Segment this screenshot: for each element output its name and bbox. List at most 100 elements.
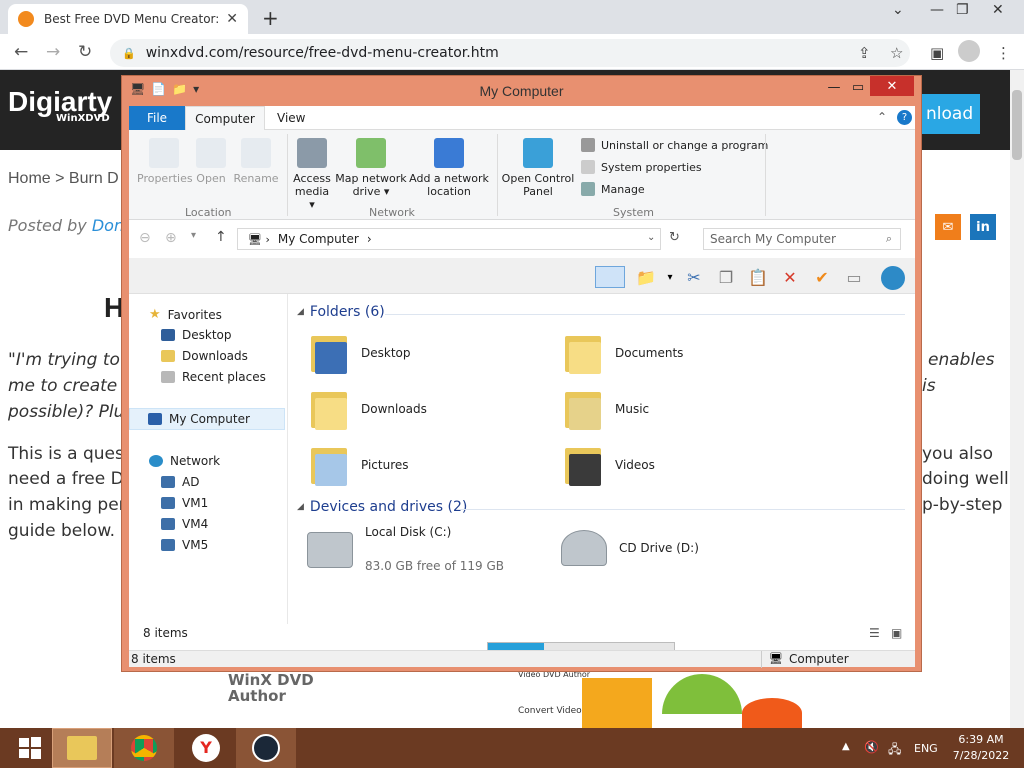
menu-dots-icon[interactable]: ⋮: [996, 44, 1011, 62]
drive-d[interactable]: CD Drive (D:): [561, 530, 699, 566]
nav-back-icon[interactable]: ⊖: [139, 230, 151, 246]
delete-icon[interactable]: ✕: [779, 266, 801, 288]
show-hidden-icons-icon[interactable]: ▲: [842, 741, 850, 752]
email-share-icon[interactable]: ✉: [935, 214, 961, 240]
nav-network-vm5[interactable]: VM5: [161, 538, 208, 552]
collapse-ribbon-icon[interactable]: ⌃: [877, 110, 887, 124]
browser-tab[interactable]: Best Free DVD Menu Creator: Ma ✕: [8, 4, 248, 34]
access-media-button[interactable]: Access media ▾: [291, 138, 333, 211]
uninstall-program-button[interactable]: Uninstall or change a program: [581, 138, 768, 152]
folders-header[interactable]: ◢ Folders (6): [297, 304, 385, 320]
language-indicator[interactable]: ENG: [914, 742, 938, 755]
url-text: winxdvd.com/resource/free-dvd-menu-creat…: [145, 45, 499, 61]
tab-file[interactable]: File: [129, 106, 185, 130]
close-tab-icon[interactable]: ✕: [226, 11, 238, 27]
nav-network-vm1[interactable]: VM1: [161, 496, 208, 510]
rename-button[interactable]: Rename: [233, 138, 279, 185]
checkmark-icon[interactable]: ✔: [811, 266, 833, 288]
preview-pane-icon[interactable]: [595, 266, 625, 288]
address-dropdown-icon[interactable]: ⌄: [647, 232, 655, 243]
cut-icon[interactable]: ✂: [683, 266, 705, 288]
drive-c[interactable]: Local Disk (C:) 83.0 GB free of 119 GB: [307, 524, 504, 574]
sidepanel-icon[interactable]: ▣: [930, 44, 944, 62]
details-view-icon[interactable]: ☰: [869, 626, 880, 640]
start-button[interactable]: [0, 728, 60, 768]
devices-header[interactable]: ◢ Devices and drives (2): [297, 499, 467, 515]
close-button[interactable]: ✕: [870, 76, 914, 96]
help-icon[interactable]: ?: [897, 110, 912, 125]
search-input[interactable]: Search My Computer ⌕: [703, 228, 901, 250]
reload-icon[interactable]: ↻: [78, 42, 92, 62]
promo-banner-image: WinX DVD Author Video DVD Author Convert…: [222, 668, 822, 728]
share-icon[interactable]: ⇪: [858, 44, 871, 62]
breadcrumb: Home > Burn D: [8, 170, 119, 187]
cd-drive-icon: [561, 530, 607, 566]
manage-button[interactable]: Manage: [581, 182, 645, 196]
ribbon-separator: [287, 134, 288, 216]
taskbar-steam[interactable]: [236, 728, 296, 768]
tab-search-icon[interactable]: ⌄: [892, 2, 904, 18]
bookmark-star-icon[interactable]: ☆: [890, 44, 903, 62]
network-drive-icon: [356, 138, 386, 168]
folder-pictures[interactable]: Pictures: [309, 444, 409, 486]
url-bar[interactable]: 🔒 winxdvd.com/resource/free-dvd-menu-cre…: [110, 39, 910, 67]
nav-favorites[interactable]: ★ Favorites: [149, 307, 222, 322]
nav-my-computer[interactable]: My Computer: [129, 408, 285, 430]
map-network-drive-button[interactable]: Map network drive ▾: [335, 138, 407, 198]
folder-documents[interactable]: Documents: [563, 332, 683, 374]
add-network-location-button[interactable]: Add a network location: [409, 138, 489, 198]
refresh-icon[interactable]: ↻: [669, 230, 680, 245]
up-icon[interactable]: ↑: [215, 229, 227, 245]
download-button[interactable]: nload: [920, 94, 980, 134]
scrollbar-thumb[interactable]: [1012, 90, 1022, 160]
tab-view[interactable]: View: [277, 111, 305, 125]
posted-by: Posted by Donn: [8, 216, 134, 235]
restore-browser-button[interactable]: ❐: [956, 2, 969, 18]
nav-desktop[interactable]: Desktop: [161, 328, 232, 342]
large-icons-view-icon[interactable]: ▣: [891, 626, 902, 640]
folder-downloads[interactable]: Downloads: [309, 388, 427, 430]
rename-toolbar-icon[interactable]: ▭: [843, 266, 865, 288]
folder-videos[interactable]: Videos: [563, 444, 655, 486]
taskbar-file-explorer[interactable]: [52, 728, 112, 768]
open-control-panel-button[interactable]: Open Control Panel: [501, 138, 575, 198]
network-status-icon[interactable]: 🖧: [888, 740, 901, 761]
profile-avatar[interactable]: [958, 40, 980, 62]
page-scrollbar[interactable]: [1010, 70, 1024, 728]
globe-icon[interactable]: [881, 266, 905, 290]
forward-icon[interactable]: →: [46, 42, 60, 62]
folder-music[interactable]: Music: [563, 388, 649, 430]
taskbar-chrome[interactable]: [114, 728, 174, 768]
nav-recent-places[interactable]: Recent places: [161, 370, 266, 384]
minimize-browser-button[interactable]: —: [930, 2, 944, 18]
nav-downloads[interactable]: Downloads: [161, 349, 248, 363]
back-icon[interactable]: ←: [14, 42, 28, 62]
window-title: My Computer: [479, 83, 564, 99]
properties-button[interactable]: Properties: [137, 138, 193, 185]
explorer-window: 🖥 📄 📁 ▾ My Computer — ▭ ✕ File Computer …: [121, 75, 922, 672]
manage-icon: [581, 182, 595, 196]
open-icon: [196, 138, 226, 168]
nav-network[interactable]: Network: [149, 454, 220, 468]
path-segment[interactable]: My Computer: [278, 232, 359, 246]
tab-computer[interactable]: Computer: [185, 106, 265, 131]
clock[interactable]: 6:39 AM 7/28/2022: [946, 732, 1016, 764]
volume-muted-icon[interactable]: 🔇: [864, 740, 879, 754]
copy-icon[interactable]: ❐: [715, 266, 737, 288]
new-tab-button[interactable]: +: [262, 6, 279, 30]
taskbar-yandex[interactable]: Y: [176, 728, 236, 768]
close-browser-button[interactable]: ✕: [992, 2, 1004, 18]
folder-options-icon[interactable]: 📁: [635, 266, 657, 288]
nav-network-ad[interactable]: AD: [161, 475, 199, 489]
address-path[interactable]: 🖥 › My Computer ›: [237, 228, 661, 250]
options-dropdown-icon[interactable]: ▾: [659, 266, 681, 288]
open-button[interactable]: Open: [193, 138, 229, 185]
recent-dropdown-icon[interactable]: ▾: [191, 230, 196, 241]
system-properties-button[interactable]: System properties: [581, 160, 702, 174]
nav-network-vm4[interactable]: VM4: [161, 517, 208, 531]
nav-forward-icon[interactable]: ⊕: [165, 230, 177, 246]
folder-desktop[interactable]: Desktop: [309, 332, 411, 374]
control-panel-icon: [523, 138, 553, 168]
paste-icon[interactable]: 📋: [747, 266, 769, 288]
linkedin-share-icon[interactable]: in: [970, 214, 996, 240]
